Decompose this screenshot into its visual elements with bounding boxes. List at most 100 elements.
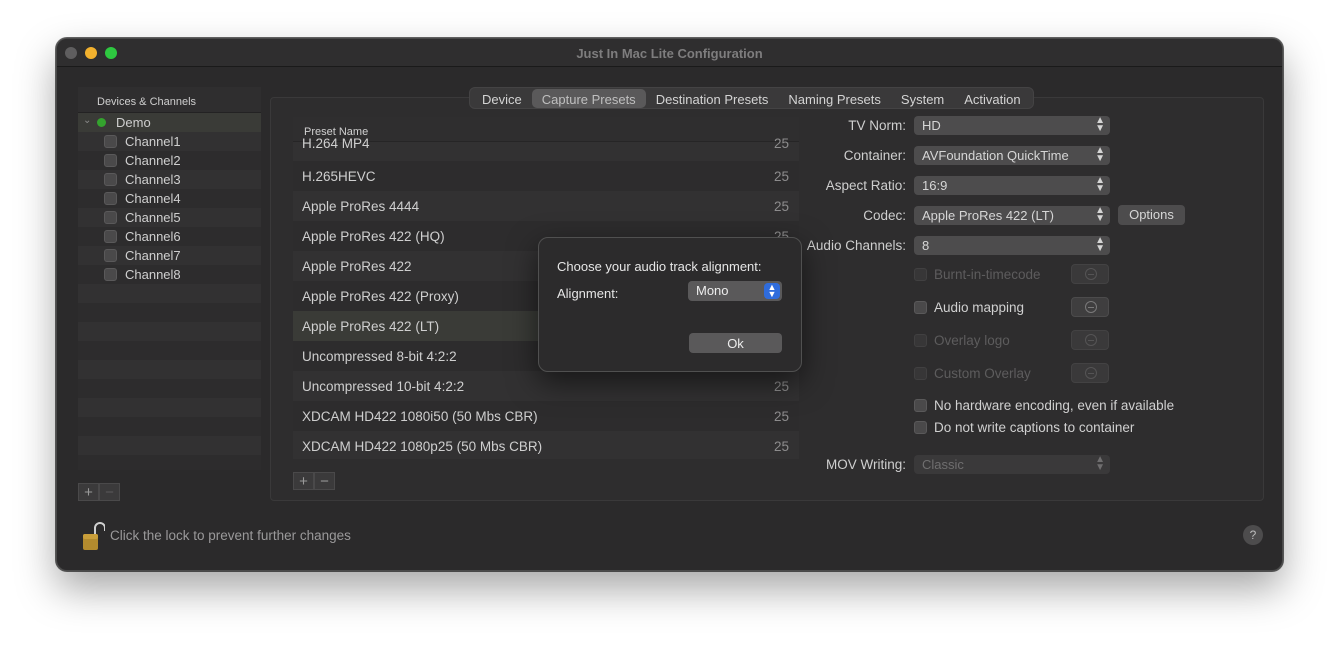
add-preset-button[interactable]: + [293,472,314,490]
sidebar-channel-item[interactable]: Channel8 [78,265,261,284]
container-label: Container: [843,148,906,163]
sidebar-channel-item[interactable]: Channel3 [78,170,261,189]
sidebar-channel-item[interactable]: Channel5 [78,208,261,227]
sidebar-channel-item[interactable]: Channel6 [78,227,261,246]
preset-name: Apple ProRes 4444 [302,199,420,214]
custom-overlay-settings-button[interactable] [1071,363,1109,383]
table-row[interactable]: Uncompressed 10-bit 4:2:2 25 [293,371,799,401]
ok-button[interactable]: Ok [689,333,782,353]
table-row[interactable]: H.265HEVC 25 [293,161,799,191]
channel-label: Channel8 [125,267,181,282]
table-row[interactable]: H.264 MP4 25 [293,136,799,161]
burnt-in-timecode-settings-button[interactable] [1071,264,1109,284]
aspect-ratio-popup[interactable]: 16:9 ▲ ▼ [914,176,1110,195]
title-bar[interactable]: Just In Mac Lite Configuration [57,39,1282,67]
tv-norm-popup[interactable]: HD ▲ ▼ [914,116,1110,135]
preset-name: H.264 MP4 [302,136,370,151]
sidebar-channel-item[interactable]: Channel4 [78,189,261,208]
alignment-popup[interactable]: Mono ▲ ▼ [688,281,782,301]
no-captions-label: Do not write captions to container [934,420,1135,435]
unlocked-padlock-icon[interactable] [83,521,105,551]
sidebar-channel-item[interactable]: Channel7 [78,246,261,265]
preset-name: H.265HEVC [302,169,376,184]
table-row[interactable]: XDCAM HD422 1080p25 (50 Mbs CBR) 25 [293,431,799,459]
tab-activation[interactable]: Activation [954,89,1030,108]
tab-capture-presets[interactable]: Capture Presets [531,89,646,108]
status-dot-icon [97,118,106,127]
remove-preset-button[interactable]: − [314,472,335,490]
sidebar-empty-row [78,455,261,470]
audio-mapping-checkbox[interactable] [914,301,927,314]
preset-frame-rate: 25 [773,379,789,394]
preset-name: Apple ProRes 422 (LT) [302,319,440,334]
audio-channels-value: 8 [922,238,930,253]
chevron-updown-icon: ▲ ▼ [764,283,780,299]
tab-device[interactable]: Device [472,89,532,108]
preset-name: XDCAM HD422 1080p25 (50 Mbs CBR) [302,439,543,454]
codec-options-button[interactable]: Options [1118,205,1185,225]
channel-checkbox[interactable] [104,135,117,148]
audio-channels-label: Audio Channels: [806,238,906,253]
minus-circle-icon [1085,268,1097,280]
device-name: Demo [116,115,151,130]
channel-checkbox[interactable] [104,211,117,224]
overlay-logo-settings-button[interactable] [1071,330,1109,350]
preset-name: Apple ProRes 422 (HQ) [302,229,445,244]
channel-checkbox[interactable] [104,230,117,243]
chevron-updown-icon: ▲ ▼ [1095,145,1105,164]
chevron-down-icon[interactable]: ⌄ [83,115,91,126]
custom-overlay-checkbox[interactable] [914,367,927,380]
table-row[interactable]: Apple ProRes 4444 25 [293,191,799,221]
devices-sidebar: Devices & Channels ⌄ Demo Channel1 Channel2… [78,87,261,470]
sidebar-buttons: + − [78,483,120,501]
channel-checkbox[interactable] [104,173,117,186]
sidebar-device-demo[interactable]: ⌄ Demo [78,113,261,132]
no-hw-encoding-label: No hardware encoding, even if available [934,398,1175,413]
alignment-value: Mono [696,283,729,298]
tv-norm-value: HD [922,118,941,133]
sidebar-channel-item[interactable]: Channel1 [78,132,261,151]
help-button[interactable]: ? [1243,525,1263,545]
preset-frame-rate: 25 [773,439,789,454]
dialog-message: Choose your audio track alignment: [557,259,762,274]
preset-name: Uncompressed 10-bit 4:2:2 [302,379,465,394]
preset-name: Apple ProRes 422 [302,259,412,274]
no-hw-encoding-checkbox[interactable] [914,399,927,412]
chevron-updown-icon: ▲ ▼ [1095,115,1105,134]
mov-writing-popup[interactable]: Classic ▲ ▼ [914,455,1110,474]
tab-naming-presets[interactable]: Naming Presets [778,89,890,108]
channel-label: Channel4 [125,191,181,206]
sidebar-channel-item[interactable]: Channel2 [78,151,261,170]
container-popup[interactable]: AVFoundation QuickTime ▲ ▼ [914,146,1110,165]
channel-checkbox[interactable] [104,154,117,167]
codec-popup[interactable]: Apple ProRes 422 (LT) ▲ ▼ [914,206,1110,225]
tab-system[interactable]: System [891,89,954,108]
sidebar-empty-row [78,379,261,398]
chevron-updown-icon: ▲ ▼ [1095,235,1105,254]
table-row[interactable]: XDCAM HD422 1080i50 (50 Mbs CBR) 25 [293,401,799,431]
remove-device-button[interactable]: − [99,483,120,501]
sidebar-empty-row [78,417,261,436]
channel-checkbox[interactable] [104,249,117,262]
channel-label: Channel5 [125,210,181,225]
aspect-ratio-value: 16:9 [922,178,948,193]
channel-label: Channel7 [125,248,181,263]
channel-checkbox[interactable] [104,268,117,281]
channel-checkbox[interactable] [104,192,117,205]
preset-name: Uncompressed 8-bit 4:2:2 [302,349,457,364]
codec-value: Apple ProRes 422 (LT) [922,208,1054,223]
add-device-button[interactable]: + [78,483,99,501]
chevron-updown-icon: ▲ ▼ [1095,454,1105,473]
audio-channels-popup[interactable]: 8 ▲ ▼ [914,236,1110,255]
preset-name: XDCAM HD422 1080i50 (50 Mbs CBR) [302,409,538,424]
burnt-in-timecode-checkbox[interactable] [914,268,927,281]
tab-destination-presets[interactable]: Destination Presets [646,89,779,108]
no-captions-checkbox[interactable] [914,421,927,434]
channel-label: Channel3 [125,172,181,187]
overlay-logo-checkbox[interactable] [914,334,927,347]
minus-circle-icon [1085,301,1097,313]
audio-mapping-settings-button[interactable] [1071,297,1109,317]
mov-writing-label: MOV Writing: [825,457,906,472]
sidebar-empty-row [78,322,261,341]
sidebar-empty-row [78,284,261,303]
